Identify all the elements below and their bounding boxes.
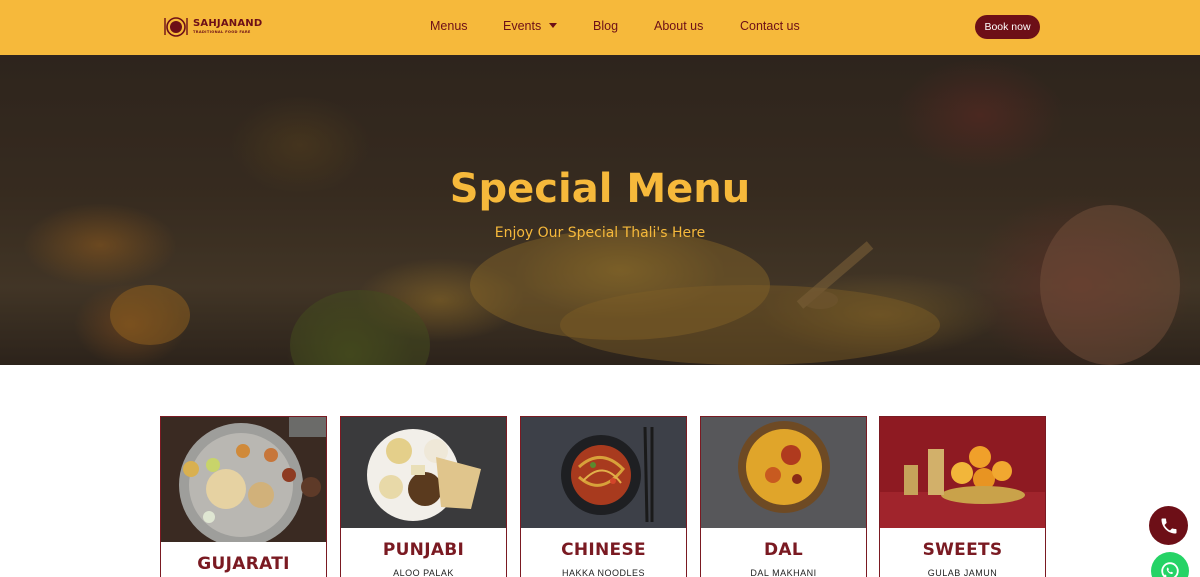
nav-about-us[interactable]: About us [654, 19, 703, 33]
brand-tagline: TRADITIONAL FOOD FARE [193, 30, 251, 35]
phone-icon [1161, 518, 1176, 533]
brand-name: SAHJANAND [193, 18, 263, 30]
dal-image [701, 417, 866, 528]
card-title: GUJARATI [197, 554, 290, 574]
sweets-image [880, 417, 1045, 528]
punjabi-thali-image [341, 417, 506, 528]
chinese-noodles-image [521, 417, 686, 528]
card-title: DAL [763, 540, 803, 560]
menu-card-sweets[interactable]: SWEETS GULAB JAMUN [879, 416, 1046, 577]
book-now-button[interactable]: Book now [975, 15, 1040, 39]
hero-title: Special Menu [449, 166, 751, 212]
nav-menus[interactable]: Menus [430, 19, 468, 33]
chevron-down-icon [549, 23, 558, 28]
nav-events[interactable]: Events [503, 19, 558, 33]
hero-subtitle: Enjoy Our Special Thali's Here [494, 225, 706, 241]
menu-card-punjabi[interactable]: PUNJABI ALOO PALAK [340, 416, 507, 577]
card-item: DAL MAKHANI [750, 568, 817, 577]
menu-card-dal[interactable]: DAL DAL MAKHANI [700, 416, 867, 577]
logo-plate-icon [162, 13, 190, 41]
gujarati-thali-image [161, 417, 326, 542]
nav-blog[interactable]: Blog [593, 19, 618, 33]
hero-banner: Special Menu Enjoy Our Special Thali's H… [0, 55, 1200, 365]
card-title: PUNJABI [382, 540, 465, 560]
nav-events-label: Events [503, 19, 542, 33]
whatsapp-icon [1161, 562, 1179, 577]
card-title: CHINESE [561, 540, 646, 560]
card-title: SWEETS [922, 540, 1003, 560]
card-item: HAKKA NOODLES [561, 568, 646, 577]
menu-card-gujarati[interactable]: GUJARATI [160, 416, 327, 577]
brand-logo[interactable]: SAHJANAND TRADITIONAL FOOD FARE [162, 13, 262, 41]
nav-contact-us[interactable]: Contact us [740, 19, 800, 33]
site-header: SAHJANAND TRADITIONAL FOOD FARE Menus Ev… [0, 0, 1200, 55]
card-item: GULAB JAMUN [927, 568, 998, 577]
card-item: ALOO PALAK [393, 568, 454, 577]
whatsapp-button[interactable] [1151, 552, 1189, 577]
menu-card-chinese[interactable]: CHINESE HAKKA NOODLES [520, 416, 687, 577]
call-button[interactable] [1149, 506, 1188, 545]
